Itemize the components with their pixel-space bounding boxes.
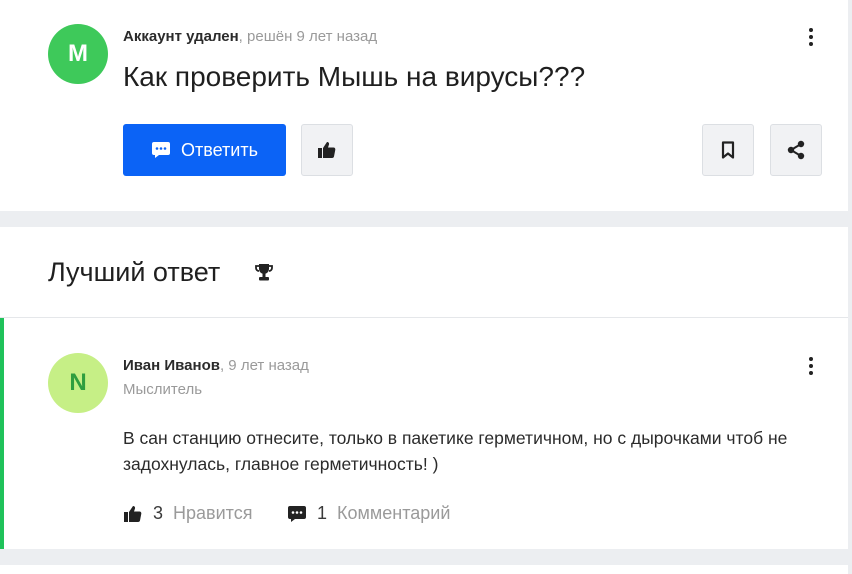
thumbs-up-icon	[318, 142, 336, 158]
answer-text: В сан станцию отнесите, только в пакетик…	[123, 428, 788, 474]
comments-count: 1	[317, 503, 328, 523]
best-answer-card: Лучший ответ N Иван Иванов, 9 лет назад …	[0, 227, 848, 549]
comments-label: Комментарий	[337, 503, 451, 523]
question-meta: Аккаунт удален, решён 9 лет назад	[123, 28, 377, 45]
answer-time: , 9 лет назад	[219, 357, 309, 374]
reply-button-label: Ответить	[181, 139, 258, 160]
answer-author-rank: Мыслитель	[123, 381, 203, 398]
likes-count: 3	[153, 503, 164, 523]
share-icon	[787, 140, 805, 160]
share-button[interactable]	[770, 124, 822, 176]
answer-like-button[interactable]: 3 Нравится	[123, 503, 252, 524]
author-name[interactable]: Аккаунт удален	[123, 28, 239, 45]
answer-menu-kebab-icon[interactable]	[801, 354, 821, 378]
likes-label: Нравится	[173, 503, 253, 523]
thumbs-up-icon	[124, 505, 142, 522]
bookmark-button[interactable]	[702, 124, 754, 176]
comment-icon	[288, 505, 306, 522]
best-answer-heading: Лучший ответ	[48, 257, 221, 287]
author-avatar[interactable]: M	[48, 24, 108, 84]
trophy-icon	[255, 264, 273, 281]
next-card	[0, 565, 848, 574]
bookmark-icon	[721, 141, 735, 159]
question-menu-kebab-icon[interactable]	[801, 25, 821, 49]
chat-icon	[152, 142, 171, 158]
question-time: , решён 9 лет назад	[238, 28, 378, 45]
question-title: Как проверить Мышь на вирусы???	[123, 61, 586, 92]
answer-author-name[interactable]: Иван Иванов	[123, 357, 220, 374]
like-question-button[interactable]	[301, 124, 353, 176]
divider	[0, 317, 848, 318]
answer-comment-button[interactable]: 1 Комментарий	[287, 503, 450, 524]
answer-author-avatar[interactable]: N	[48, 353, 108, 413]
answer-meta: Иван Иванов, 9 лет назад	[123, 357, 309, 374]
reply-button[interactable]: Ответить	[123, 124, 286, 176]
question-card: M Аккаунт удален, решён 9 лет назад Как …	[0, 0, 848, 211]
best-answer-accent-bar	[0, 318, 4, 549]
